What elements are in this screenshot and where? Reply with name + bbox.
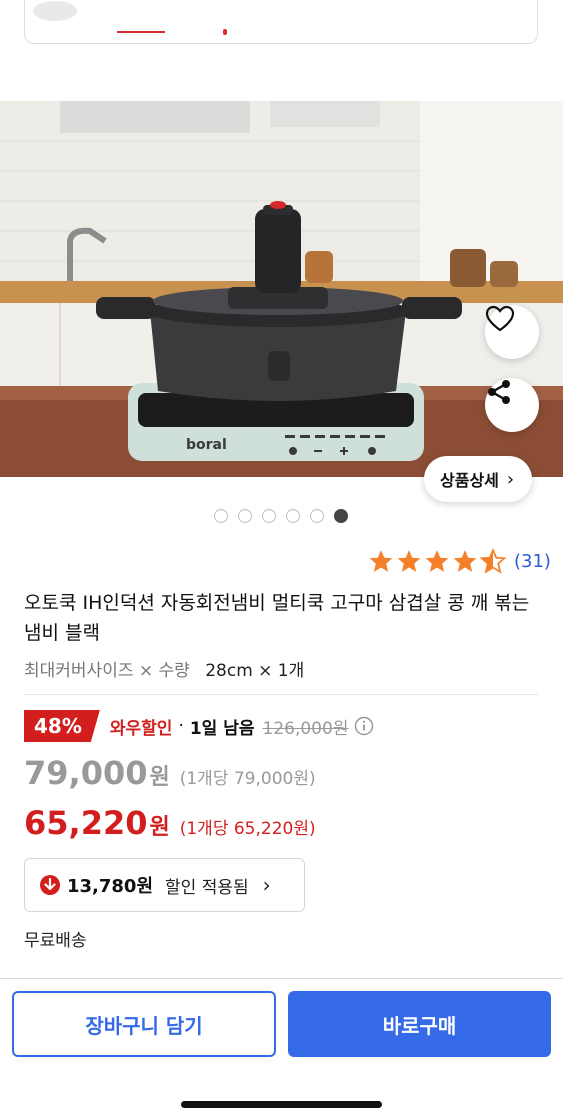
coupon-status: 할인 적용됨 — [165, 877, 249, 898]
product-image-carousel[interactable]: boral — [0, 101, 563, 477]
sale-price-number: 79,000 — [24, 754, 148, 792]
carousel-dot[interactable] — [214, 509, 228, 523]
star-half-icon — [480, 548, 506, 574]
product-detail-button[interactable]: 상품상세 › — [424, 456, 533, 502]
separator-dot: · — [178, 716, 184, 736]
star-full-icon — [397, 550, 421, 572]
sale-price: 79,000 원 (1개당 79,000원) — [24, 754, 316, 792]
product-photo: boral — [0, 101, 563, 477]
chevron-right-icon: › — [506, 468, 515, 490]
carousel-indicator — [214, 509, 348, 523]
wow-price-unit: (1개당 65,220원) — [179, 819, 316, 839]
product-title: 오토쿡 IH인덕션 자동회전냄비 멀티쿡 고구마 삼겹살 콩 깨 볶는 냄비 블… — [24, 592, 530, 644]
divider — [24, 694, 538, 695]
wow-price: 65,220 원 (1개당 65,220원) — [24, 804, 316, 842]
time-remaining: 1일 남음 — [189, 718, 255, 739]
star-full-icon — [453, 550, 477, 572]
star-full-icon — [425, 550, 449, 572]
carousel-dot[interactable] — [262, 509, 276, 523]
wishlist-button[interactable] — [485, 305, 539, 359]
chevron-right-icon: › — [262, 873, 271, 897]
original-price: 126,000원 — [262, 718, 349, 739]
wow-price-number: 65,220 — [24, 804, 148, 842]
heart-icon — [485, 305, 515, 332]
arrow-down-circle-icon — [40, 875, 60, 895]
wow-discount-label: 와우할인 — [109, 718, 173, 739]
previous-item-thumbnail — [33, 1, 77, 21]
discount-badge: 48% — [24, 710, 100, 742]
product-detail-label: 상품상세 — [440, 471, 499, 490]
option-label: 최대커버사이즈 × 수량 — [24, 661, 190, 681]
share-button[interactable] — [485, 378, 539, 432]
carousel-dot[interactable] — [238, 509, 252, 523]
previous-item-mark — [223, 29, 227, 35]
brand-logo-boral: boral — [186, 437, 227, 453]
shipping-info: 무료배송 — [24, 931, 87, 951]
share-icon — [488, 380, 510, 404]
review-count-link[interactable]: (31) — [514, 551, 551, 572]
coupon-amount: 13,780원 — [67, 876, 154, 897]
sale-price-unit: (1개당 79,000원) — [179, 769, 316, 789]
discount-row: 48% 와우할인 · 1일 남음 126,000원 — [24, 710, 374, 742]
previous-item-price-mark — [117, 31, 165, 33]
previous-item-card[interactable] — [24, 0, 538, 44]
info-icon[interactable] — [354, 716, 374, 736]
product-rating[interactable]: (31) — [368, 548, 551, 574]
add-to-cart-button[interactable]: 장바구니 담기 — [12, 991, 276, 1057]
wow-price-currency: 원 — [149, 815, 170, 840]
option-value: 28cm × 1개 — [205, 661, 305, 681]
coupon-discount-button[interactable]: 13,780원 할인 적용됨 › — [24, 858, 305, 912]
carousel-dot[interactable] — [286, 509, 300, 523]
carousel-dot[interactable] — [310, 509, 324, 523]
sale-price-currency: 원 — [149, 765, 170, 790]
star-full-icon — [369, 550, 393, 572]
product-option[interactable]: 최대커버사이즈 × 수량 28cm × 1개 — [24, 656, 304, 681]
carousel-dot-active[interactable] — [334, 509, 348, 523]
buy-now-button[interactable]: 바로구매 — [288, 991, 551, 1057]
home-indicator — [181, 1101, 382, 1108]
bottom-action-bar: 장바구니 담기 바로구매 — [0, 978, 563, 1120]
